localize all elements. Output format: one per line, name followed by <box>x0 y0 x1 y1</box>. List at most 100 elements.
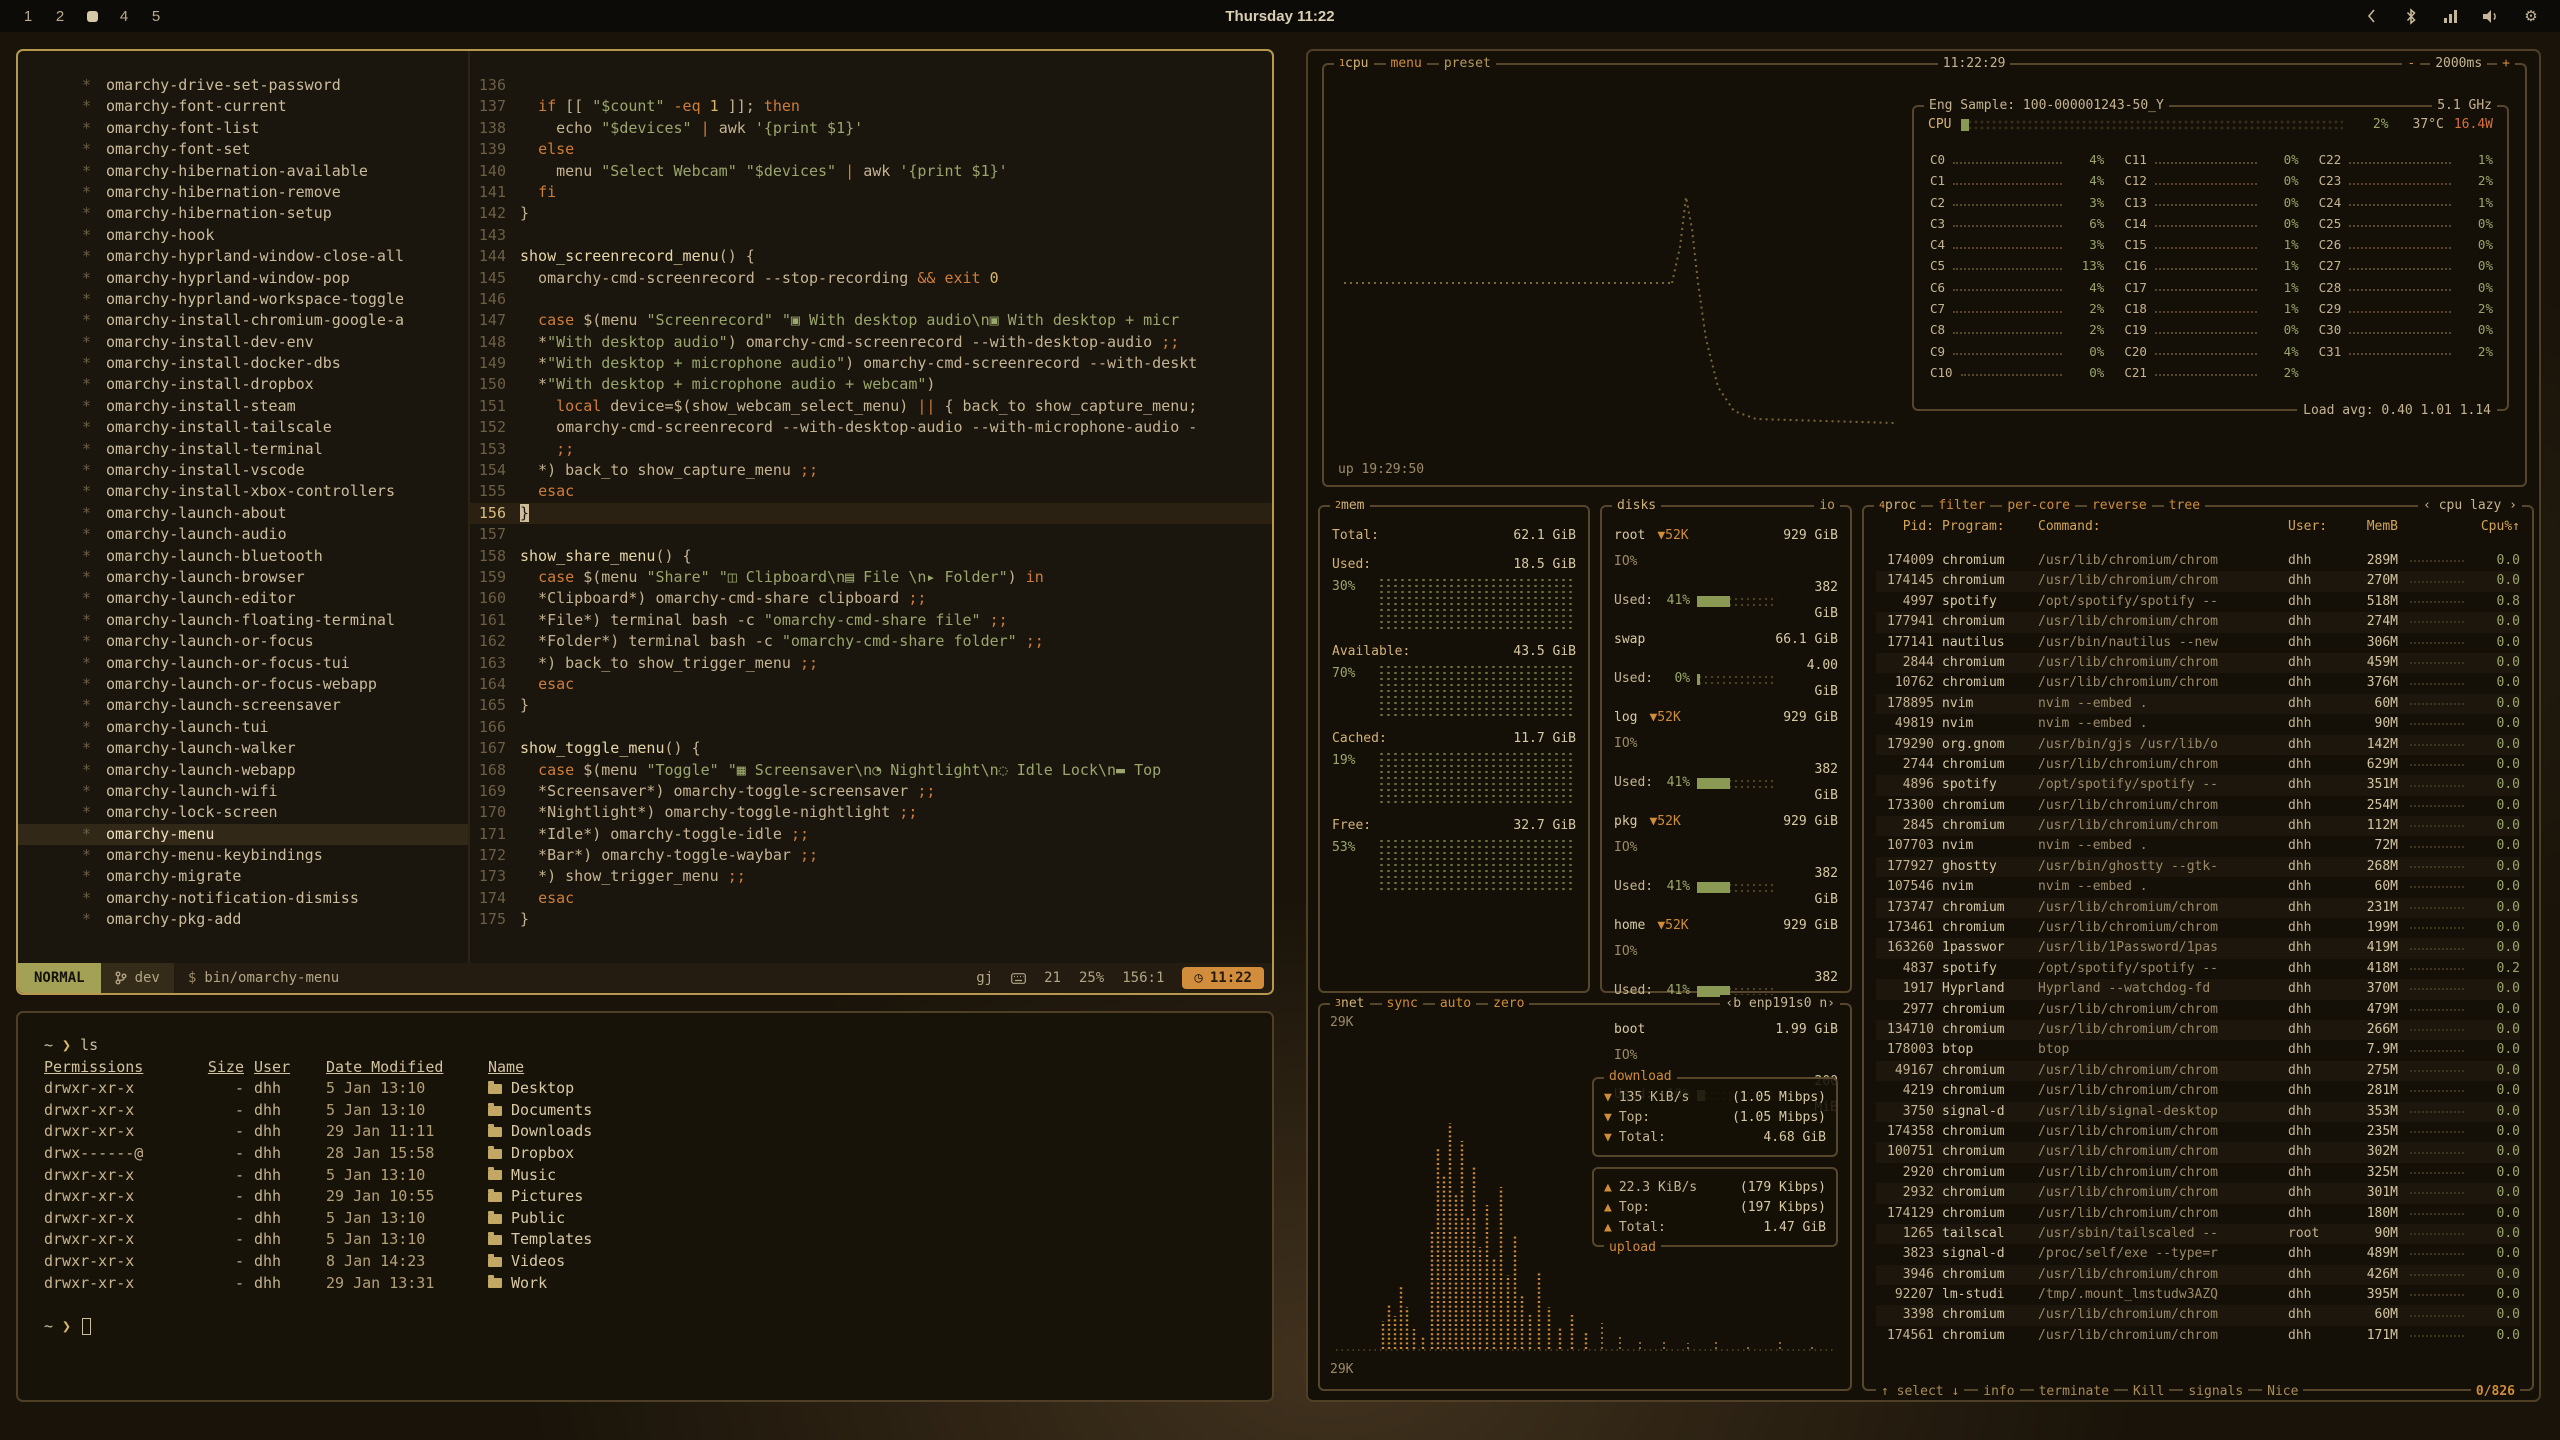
tree-item[interactable]: * omarchy-menu-keybindings <box>18 845 468 866</box>
proc-per-core-button[interactable]: per-core <box>2002 497 2075 515</box>
tree-item[interactable]: * omarchy-lock-screen <box>18 802 468 823</box>
tree-item[interactable]: * omarchy-install-chromium-google-a <box>18 310 468 331</box>
code-line[interactable]: 145 omarchy-cmd-screenrecord --stop-reco… <box>470 268 1272 289</box>
tree-item[interactable]: * omarchy-hyprland-window-close-all <box>18 246 468 267</box>
code-line[interactable]: 146 <box>470 289 1272 310</box>
proc-row[interactable]: 4837 spotify /opt/spotify/spotify -- dhh… <box>1876 959 2520 979</box>
io-tab[interactable]: io <box>1814 497 1840 515</box>
code-line[interactable]: 160 *Clipboard*) omarchy-cmd-share clipb… <box>470 588 1272 609</box>
proc-row[interactable]: 177941 chromium /usr/lib/chromium/chrom … <box>1876 612 2520 632</box>
code-line[interactable]: 175} <box>470 909 1272 930</box>
settings-gear-icon[interactable]: ⚙ <box>2522 7 2540 25</box>
tree-item[interactable]: * omarchy-hibernation-setup <box>18 203 468 224</box>
tree-item[interactable]: * omarchy-drive-set-password <box>18 75 468 96</box>
proc-row[interactable]: 174561 chromium /usr/lib/chromium/chrom … <box>1876 1326 2520 1346</box>
tree-item[interactable]: * omarchy-launch-or-focus-webapp <box>18 674 468 695</box>
proc-row[interactable]: 92207 lm-studi /tmp/.mount_lmstudw3AZQ d… <box>1876 1285 2520 1305</box>
bar-clock[interactable]: Thursday 11:22 <box>1225 8 1334 25</box>
proc-row[interactable]: 107546 nvim nvim --embed . dhh 60M 0.0 <box>1876 877 2520 897</box>
volume-icon[interactable] <box>2482 7 2500 25</box>
btop-menu-button[interactable]: menu <box>1386 55 1427 73</box>
code-line[interactable]: 158show_share_menu() { <box>470 546 1272 567</box>
tree-item[interactable]: * omarchy-hyprland-workspace-toggle <box>18 289 468 310</box>
tree-item[interactable]: * omarchy-pkg-add <box>18 909 468 930</box>
proc-row[interactable]: 3750 signal-d /usr/lib/signal-desktop dh… <box>1876 1102 2520 1122</box>
proc-row[interactable]: 2844 chromium /usr/lib/chromium/chrom dh… <box>1876 653 2520 673</box>
proc-row[interactable]: 173747 chromium /usr/lib/chromium/chrom … <box>1876 898 2520 918</box>
net-auto-button[interactable]: auto <box>1435 995 1476 1013</box>
col-memb[interactable]: MemB <box>2344 519 2398 534</box>
code-line[interactable]: 151 local device=$(show_webcam_select_me… <box>470 396 1272 417</box>
code-line[interactable]: 144show_screenrecord_menu() { <box>470 246 1272 267</box>
proc-row[interactable]: 177927 ghostty /usr/bin/ghostty --gtk- d… <box>1876 857 2520 877</box>
code-line[interactable]: 166 <box>470 717 1272 738</box>
tree-item[interactable]: * omarchy-install-xbox-controllers <box>18 481 468 502</box>
code-line[interactable]: 173 *) show_trigger_menu ;; <box>470 866 1272 887</box>
proc-row[interactable]: 49167 chromium /usr/lib/chromium/chrom d… <box>1876 1061 2520 1081</box>
proc-footer-key[interactable]: Kill <box>2128 1384 2169 1399</box>
workspace-button[interactable] <box>80 5 104 27</box>
tree-item[interactable]: * omarchy-launch-floating-terminal <box>18 610 468 631</box>
proc-row[interactable]: 3946 chromium /usr/lib/chromium/chrom dh… <box>1876 1265 2520 1285</box>
tree-item[interactable]: * omarchy-install-dev-env <box>18 332 468 353</box>
code-line[interactable]: 155 esac <box>470 481 1272 502</box>
tree-item[interactable]: * omarchy-install-dropbox <box>18 374 468 395</box>
workspace-button[interactable]: 4 <box>112 5 136 27</box>
proc-filter-button[interactable]: filter <box>1933 497 1990 515</box>
proc-row[interactable]: 177141 nautilus /usr/bin/nautilus --new … <box>1876 633 2520 653</box>
tree-item[interactable]: * omarchy-launch-wifi <box>18 781 468 802</box>
code-line[interactable]: 165} <box>470 695 1272 716</box>
proc-row[interactable]: 2744 chromium /usr/lib/chromium/chrom dh… <box>1876 755 2520 775</box>
tree-item[interactable]: * omarchy-launch-webapp <box>18 760 468 781</box>
tree-item[interactable]: * omarchy-launch-browser <box>18 567 468 588</box>
code-line[interactable]: 170 *Nightlight*) omarchy-toggle-nightli… <box>470 802 1272 823</box>
tree-item[interactable]: * omarchy-launch-bluetooth <box>18 546 468 567</box>
code-line[interactable]: 148 *"With desktop audio") omarchy-cmd-s… <box>470 332 1272 353</box>
tree-item[interactable]: * omarchy-launch-about <box>18 503 468 524</box>
tree-item[interactable]: * omarchy-launch-walker <box>18 738 468 759</box>
tree-item[interactable]: * omarchy-hibernation-available <box>18 161 468 182</box>
proc-footer-key[interactable]: Nice <box>2262 1384 2303 1399</box>
btop-preset-button[interactable]: preset <box>1439 55 1496 73</box>
code-line[interactable]: 159 case $(menu "Share" "◫ Clipboard\n▤ … <box>470 567 1272 588</box>
code-line[interactable]: 171 *Idle*) omarchy-toggle-idle ;; <box>470 824 1272 845</box>
code-line[interactable]: 137 if [[ "$count" -eq 1 ]]; then <box>470 96 1272 117</box>
proc-row[interactable]: 107703 nvim nvim --embed . dhh 72M 0.0 <box>1876 836 2520 856</box>
proc-row[interactable]: 174145 chromium /usr/lib/chromium/chrom … <box>1876 571 2520 591</box>
proc-row[interactable]: 2920 chromium /usr/lib/chromium/chrom dh… <box>1876 1163 2520 1183</box>
code-line[interactable]: 153 ;; <box>470 439 1272 460</box>
code-line[interactable]: 167show_toggle_menu() { <box>470 738 1272 759</box>
code-line[interactable]: 172 *Bar*) omarchy-toggle-waybar ;; <box>470 845 1272 866</box>
proc-row[interactable]: 179290 org.gnom /usr/bin/gjs /usr/lib/o … <box>1876 735 2520 755</box>
proc-row[interactable]: 2977 chromium /usr/lib/chromium/chrom dh… <box>1876 1000 2520 1020</box>
col-cpu[interactable]: Cpu%↑ <box>2476 519 2520 534</box>
proc-row[interactable]: 100751 chromium /usr/lib/chromium/chrom … <box>1876 1142 2520 1162</box>
tree-item[interactable]: * omarchy-font-set <box>18 139 468 160</box>
tree-item[interactable]: * omarchy-launch-or-focus-tui <box>18 653 468 674</box>
bluetooth-icon[interactable] <box>2402 7 2420 25</box>
proc-row[interactable]: 173300 chromium /usr/lib/chromium/chrom … <box>1876 796 2520 816</box>
tree-item[interactable]: * omarchy-install-tailscale <box>18 417 468 438</box>
code-line[interactable]: 136 <box>470 75 1272 96</box>
code-line[interactable]: 164 esac <box>470 674 1272 695</box>
proc-row[interactable]: 2845 chromium /usr/lib/chromium/chrom dh… <box>1876 816 2520 836</box>
proc-row[interactable]: 163260 1passwor /usr/lib/1Password/1pas … <box>1876 938 2520 958</box>
proc-footer-key[interactable]: terminate <box>2034 1384 2114 1399</box>
proc-row[interactable]: 178003 btop btop dhh 7.9M 0.0 <box>1876 1040 2520 1060</box>
proc-row[interactable]: 173461 chromium /usr/lib/chromium/chrom … <box>1876 918 2520 938</box>
tree-item[interactable]: * omarchy-font-list <box>18 118 468 139</box>
code-line[interactable]: 138 echo "$devices" | awk '{print $1}' <box>470 118 1272 139</box>
tree-item[interactable]: * omarchy-menu <box>18 824 468 845</box>
col-pid[interactable]: Pid: <box>1876 519 1934 534</box>
tree-item[interactable]: * omarchy-hyprland-window-pop <box>18 268 468 289</box>
col-command[interactable]: Command: <box>2038 519 2280 534</box>
net-interface[interactable]: ‹b enp191s0 n› <box>1720 995 1840 1013</box>
workspace-button[interactable]: 1 <box>16 5 40 27</box>
proc-row[interactable]: 174009 chromium /usr/lib/chromium/chrom … <box>1876 551 2520 571</box>
proc-tree-button[interactable]: tree <box>2164 497 2205 515</box>
proc-row[interactable]: 49819 nvim nvim --embed . dhh 90M 0.0 <box>1876 714 2520 734</box>
proc-reverse-button[interactable]: reverse <box>2087 497 2152 515</box>
code-line[interactable]: 147 case $(menu "Screenrecord" "▣ With d… <box>470 310 1272 331</box>
code-line[interactable]: 150 *"With desktop + microphone audio + … <box>470 374 1272 395</box>
proc-row[interactable]: 1917 Hyprland Hyprland --watchdog-fd dhh… <box>1876 979 2520 999</box>
